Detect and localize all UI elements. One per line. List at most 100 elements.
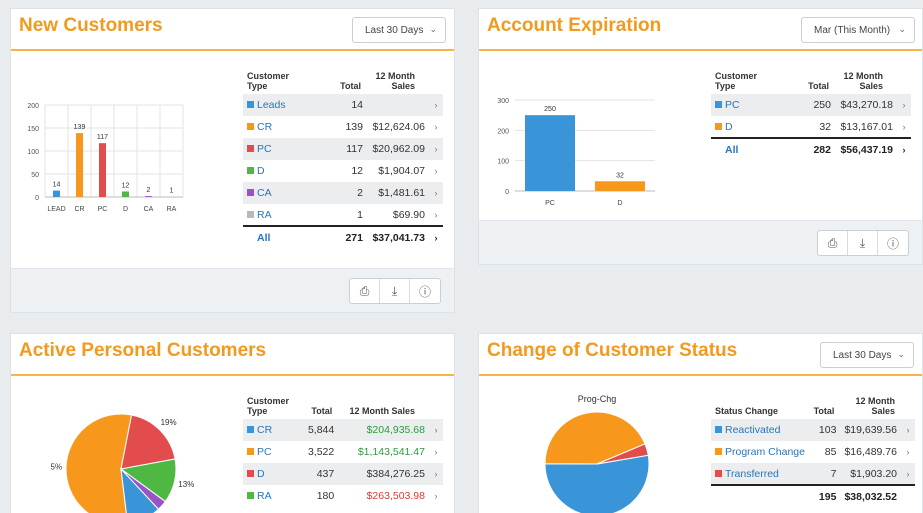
account-expiration-range-value: Mar (This Month) <box>814 25 891 36</box>
chevron-right-icon[interactable]: › <box>429 463 443 485</box>
table-row[interactable]: PC 3,522 $1,143,541.47 › <box>243 441 443 463</box>
row-total: 103 <box>809 419 841 441</box>
chevron-down-icon: ⌄ <box>897 349 905 359</box>
chevron-right-icon[interactable]: › <box>429 419 443 441</box>
bar <box>595 181 645 191</box>
chevron-right-icon[interactable]: › <box>897 116 911 138</box>
chevron-right-icon[interactable]: › <box>429 182 443 204</box>
bar <box>76 133 83 197</box>
chevron-right-icon[interactable]: › <box>429 441 443 463</box>
y-tick-label: 100 <box>27 149 39 156</box>
table-row[interactable]: Transferred 7 $1,903.20 › <box>711 463 915 485</box>
legend-swatch <box>715 469 722 477</box>
table-row[interactable]: Reactivated 103 $19,639.56 › <box>711 419 915 441</box>
chevron-right-icon[interactable]: › <box>901 441 915 463</box>
active-personal-card: Active Personal Customers 55%19%13%10% C… <box>10 333 455 513</box>
new-customers-header: New Customers Last 30 Days ⌄ <box>11 9 454 51</box>
account-expiration-table: Customer Type Total 12 Month Sales PC 25… <box>711 71 911 160</box>
account-expiration-card: Account Expiration Mar (This Month) ⌄ 0 1… <box>478 8 923 265</box>
table-row[interactable]: D 32 $13,167.01 › <box>711 116 911 138</box>
chevron-right-icon[interactable]: › <box>901 463 915 485</box>
print-button[interactable]: ⎙ <box>350 279 380 303</box>
table-row[interactable]: D 437 $384,276.25 › <box>243 463 443 485</box>
table-row[interactable]: RA 1 $69.90 › <box>243 204 443 226</box>
col-total: Total <box>311 406 333 416</box>
customer-status-range-select[interactable]: Last 30 Days ⌄ <box>820 342 914 368</box>
col-sales: 12 Month Sales <box>843 71 884 91</box>
table-row[interactable]: D 12 $1,904.07 › <box>243 160 443 182</box>
chevron-right-icon[interactable]: › <box>429 94 443 116</box>
chevron-right-icon[interactable]: › <box>429 138 443 160</box>
x-tick-label: CR <box>74 206 84 213</box>
legend-swatch <box>247 167 254 174</box>
chevron-right-icon[interactable]: › <box>429 116 443 138</box>
new-customers-range-value: Last 30 Days <box>365 25 424 36</box>
new-customers-footer: ⎙ ⤓ ⓘ <box>11 268 454 312</box>
chevron-right-icon[interactable]: › <box>429 204 443 226</box>
chevron-right-icon[interactable]: › <box>429 160 443 182</box>
active-personal-title: Active Personal Customers <box>19 340 267 361</box>
x-tick-label: RA <box>167 206 177 213</box>
x-tick-label: LEAD <box>47 206 65 213</box>
row-name: Program Change <box>725 446 805 458</box>
new-customers-title: New Customers <box>19 15 163 36</box>
col-total: Total <box>340 81 361 91</box>
x-tick-label: D <box>123 206 128 213</box>
active-personal-header: Active Personal Customers <box>11 334 454 376</box>
row-total: 139 <box>345 121 363 133</box>
download-button[interactable]: ⤓ <box>848 231 878 255</box>
table-row[interactable]: Leads 14 › <box>243 94 443 116</box>
table-row[interactable]: PC 250 $43,270.18 › <box>711 94 911 116</box>
row-name: CR <box>257 424 273 436</box>
legend-swatch <box>247 101 254 108</box>
row-sales: $19,639.56 <box>840 419 901 441</box>
table-row[interactable]: RA 180 $263,503.98 › <box>243 485 443 507</box>
chevron-down-icon: ⌄ <box>898 24 906 34</box>
active-personal-table: Customer Type Total 12 Month Sales CR 5,… <box>243 396 443 507</box>
table-total-row[interactable]: All 282 $56,437.19 › <box>711 137 911 160</box>
table-row[interactable]: Program Change 85 $16,489.76 › <box>711 441 915 463</box>
row-total: 3,522 <box>307 446 335 458</box>
col-total: Total <box>808 81 829 91</box>
new-customers-bar-chart: 0 50 100 150 200 14 LEAD 139 CR 117 PC 12 D 2 CA 1 RA <box>27 103 184 213</box>
help-button[interactable]: ⓘ <box>878 231 908 255</box>
table-row[interactable]: CR 5,844 $204,935.68 › <box>243 419 443 441</box>
table-row[interactable]: CA 2 $1,481.61 › <box>243 182 443 204</box>
table-row[interactable]: CR 139 $12,624.06 › <box>243 116 443 138</box>
y-tick-label: 200 <box>27 103 39 110</box>
x-tick-label: CA <box>144 206 154 213</box>
chevron-right-icon[interactable]: › <box>897 94 911 116</box>
row-name: D <box>725 120 733 133</box>
chevron-right-icon[interactable]: › <box>897 137 911 160</box>
row-sales: $43,270.18 <box>835 94 897 116</box>
y-tick-label: 50 <box>31 172 39 179</box>
legend-swatch <box>715 101 722 108</box>
chevron-right-icon[interactable]: › <box>429 225 443 248</box>
row-total: 117 <box>301 138 367 160</box>
legend-swatch <box>715 122 722 130</box>
new-customers-range-select[interactable]: Last 30 Days ⌄ <box>352 17 446 43</box>
print-icon: ⎙ <box>359 283 370 298</box>
table-total-row[interactable]: All 271 $37,041.73 › <box>243 225 443 248</box>
row-sales: $204,935.68 <box>338 419 429 441</box>
print-button[interactable]: ⎙ <box>818 231 848 255</box>
table-total-row: 195 $38,032.52 <box>711 484 915 507</box>
pie-label: 55% <box>51 463 62 472</box>
help-button[interactable]: ⓘ <box>410 279 440 303</box>
account-expiration-bar-chart: 0 100 200 300 250 PC 32 D <box>497 98 655 207</box>
row-sales: $263,503.98 <box>366 490 425 502</box>
row-sales: $20,962.09 <box>367 138 429 160</box>
chevron-right-icon[interactable]: › <box>429 485 443 507</box>
y-tick-label: 0 <box>35 195 39 202</box>
print-icon: ⎙ <box>827 235 838 250</box>
data-label: 32 <box>616 172 624 179</box>
row-sales: $1,143,541.47 <box>357 446 425 458</box>
bar <box>99 143 106 197</box>
row-name: CR <box>257 121 273 133</box>
table-row[interactable]: PC 117 $20,962.09 › <box>243 138 443 160</box>
chevron-right-icon[interactable]: › <box>901 419 915 441</box>
account-expiration-range-select[interactable]: Mar (This Month) ⌄ <box>801 17 915 43</box>
row-sales: $1,481.61 <box>367 182 429 204</box>
row-total: 2 <box>301 182 367 204</box>
download-button[interactable]: ⤓ <box>380 279 410 303</box>
